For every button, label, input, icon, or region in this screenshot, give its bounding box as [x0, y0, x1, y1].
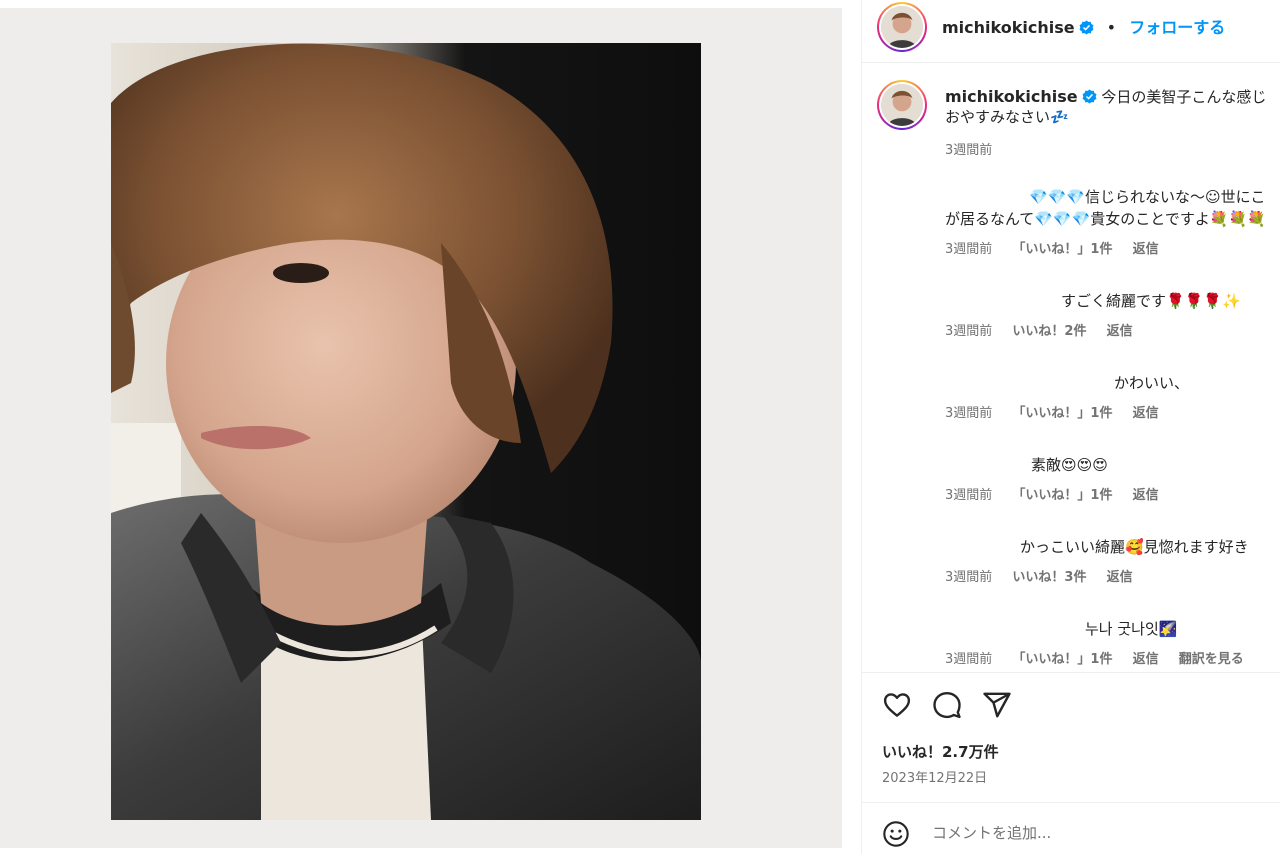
verified-badge-icon [1082, 89, 1097, 104]
comment-input[interactable] [932, 817, 1262, 849]
comment-likes[interactable]: 「いいね！」1件 [1012, 242, 1112, 257]
comment-item: かわいい、 3週間前 「いいね！」1件 返信 [945, 372, 1280, 421]
caption-timestamp: 3週間前 [945, 143, 993, 158]
comment-likes[interactable]: 「いいね！」1件 [1012, 488, 1112, 503]
comment-time: 3週間前 [945, 242, 993, 257]
comment-item: すごく綺麗です🌹🌹🌹✨ 3週間前 いいね！2件 返信 [945, 290, 1280, 339]
reply-button[interactable]: 返信 [1133, 652, 1159, 667]
comment-item: 누나 굿나잇🌠 3週間前 「いいね！」1件 返信 翻訳を見る [945, 618, 1280, 667]
comment-likes[interactable]: 「いいね！」1件 [1012, 652, 1112, 667]
post-header: michikokichise • フォローする [862, 0, 1280, 63]
comment-text: かわいい、 [1114, 374, 1190, 392]
author-avatar[interactable] [877, 2, 927, 52]
reply-button[interactable]: 返信 [1107, 324, 1133, 339]
comment-meta: 3週間前 いいね！2件 返信 [945, 320, 1280, 339]
comment-text: すごく綺麗です🌹🌹🌹✨ [1061, 292, 1241, 310]
comment-meta: 3週間前 「いいね！」1件 返信 [945, 484, 1280, 503]
caption-text: 今日の美智子こんな感じ [1101, 88, 1267, 106]
reply-button[interactable]: 返信 [1133, 488, 1159, 503]
comment-item: かっこいい綺麗🥰見惚れます好き 3週間前 いいね！3件 返信 [945, 536, 1280, 585]
add-comment-bar [862, 802, 1280, 854]
author-username[interactable]: michikokichise [942, 18, 1075, 37]
comment-meta: 3週間前 「いいね！」1件 返信 [945, 402, 1280, 421]
comment-meta: 3週間前 「いいね！」1件 返信 翻訳を見る [945, 648, 1280, 667]
comment-text: 누나 굿나잇🌠 [1085, 620, 1178, 638]
post-media-pane [0, 0, 860, 854]
likes-count[interactable]: いいね！2.7万件 [882, 741, 999, 762]
comment-text: 素敵😍😍😍 [1031, 456, 1108, 474]
separator-dot: • [1106, 18, 1117, 37]
comment-meta: 3週間前 「いいね！」1件 返信 [945, 238, 1280, 257]
caption-avatar[interactable] [877, 80, 927, 130]
reply-button[interactable]: 返信 [1133, 406, 1159, 421]
comment-likes[interactable]: 「いいね！」1件 [1012, 406, 1112, 421]
comment-time: 3週間前 [945, 570, 993, 585]
comment-time: 3週間前 [945, 488, 993, 503]
comment-text: 💎💎💎信じられないな〜☺世にこ [1029, 188, 1266, 206]
comment-icon[interactable] [932, 690, 962, 720]
post-date: 2023年12月22日 [882, 771, 988, 786]
comment-meta: 3週間前 いいね！3件 返信 [945, 566, 1280, 585]
translate-button[interactable]: 翻訳を見る [1179, 652, 1244, 667]
comment-item: 💎💎💎信じられないな〜☺世にこ [1029, 186, 1280, 208]
comment-likes[interactable]: いいね！2件 [1012, 324, 1086, 339]
caption-first-line: michikokichise 今日の美智子こんな感じ [945, 86, 1280, 108]
post-photo[interactable] [111, 43, 701, 820]
caption-second-line: おやすみなさい💤 [945, 108, 1069, 126]
comment-item: 素敵😍😍😍 3週間前 「いいね！」1件 返信 [945, 454, 1280, 503]
comment-time: 3週間前 [945, 652, 993, 667]
share-icon[interactable] [982, 690, 1012, 720]
reply-button[interactable]: 返信 [1133, 242, 1159, 257]
comment-text: かっこいい綺麗🥰見惚れます好き [1020, 538, 1249, 556]
heart-icon[interactable] [882, 690, 912, 720]
reply-button[interactable]: 返信 [1107, 570, 1133, 585]
post-sidebar: michikokichise • フォローする michikokichise 今… [861, 0, 1280, 854]
post-actions: いいね！2.7万件 2023年12月22日 [862, 672, 1280, 802]
comment-text: が居るなんて💎💎💎貴女のことですよ💐💐💐 [945, 210, 1266, 228]
comment-time: 3週間前 [945, 324, 993, 339]
comment-time: 3週間前 [945, 406, 993, 421]
emoji-icon[interactable] [882, 820, 910, 848]
comment-item: が居るなんて💎💎💎貴女のことですよ💐💐💐 3週間前 「いいね！」1件 返信 [945, 208, 1280, 257]
comments-list[interactable]: michikokichise 今日の美智子こんな感じ おやすみなさい💤 3週間前… [862, 64, 1280, 672]
portrait-image [111, 43, 701, 820]
verified-badge-icon [1079, 20, 1094, 35]
caption-username[interactable]: michikokichise [945, 87, 1078, 106]
comment-likes[interactable]: いいね！3件 [1012, 570, 1086, 585]
follow-button[interactable]: フォローする [1129, 18, 1225, 37]
header-user-line: michikokichise • フォローする [942, 14, 1225, 38]
